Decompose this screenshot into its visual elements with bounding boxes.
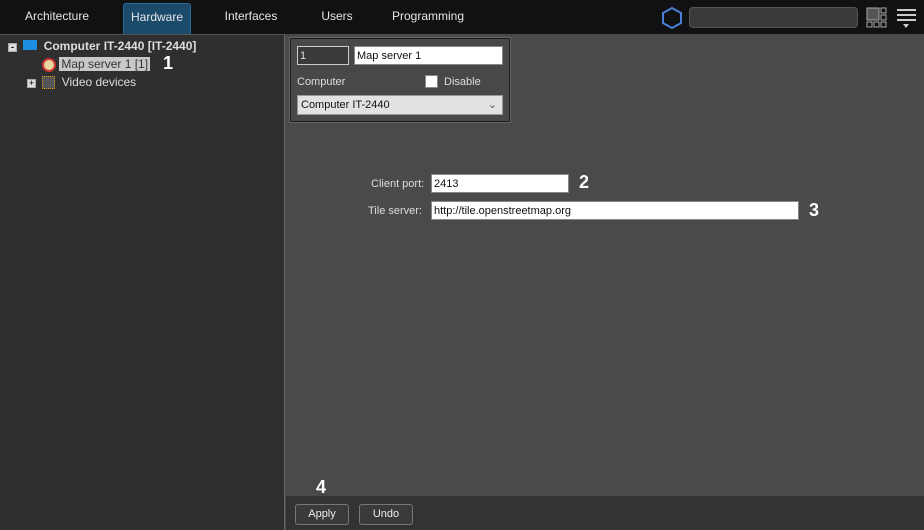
chevron-down-icon: ⌄ <box>487 99 497 111</box>
disable-label: Disable <box>444 76 481 88</box>
tab-hardware[interactable]: Hardware <box>123 3 191 34</box>
callout-3: 3 <box>809 200 820 220</box>
computer-select-value: Computer IT-2440 <box>301 99 390 111</box>
hardware-tree-panel: - Computer IT-2440 [IT-2440] Map server … <box>0 34 285 530</box>
bottom-bar: Apply Undo <box>286 496 924 530</box>
tile-server-field[interactable] <box>431 201 799 220</box>
chip-icon <box>42 76 56 90</box>
apply-button[interactable]: Apply <box>295 504 349 525</box>
search-input[interactable] <box>689 7 858 28</box>
collapse-icon[interactable]: - <box>8 43 17 52</box>
compass-icon <box>42 57 56 72</box>
tab-architecture[interactable]: Architecture <box>14 3 100 34</box>
object-settings-box: Computer Disable Computer IT-2440 ⌄ <box>289 37 511 123</box>
tree-item-label: Computer IT-2440 [IT-2440] <box>43 39 197 53</box>
hexagon-logo-icon[interactable] <box>661 6 683 30</box>
tree-item-label: Video devices <box>61 75 137 89</box>
tile-server-label: Tile server: <box>368 205 422 217</box>
menu-icon[interactable] <box>897 8 917 30</box>
computer-select[interactable]: Computer IT-2440 ⌄ <box>297 95 503 115</box>
top-nav: Architecture Hardware Interfaces Users P… <box>0 0 924 34</box>
computer-label: Computer <box>297 76 346 88</box>
client-port-label: Client port: <box>371 178 425 190</box>
tab-programming[interactable]: Programming <box>386 3 470 34</box>
tab-interfaces[interactable]: Interfaces <box>214 3 288 34</box>
computer-icon <box>23 40 38 50</box>
callout-2: 2 <box>579 172 590 192</box>
tree-item-map-server[interactable]: Map server 1 [1] <box>42 57 151 72</box>
callout-4: 4 <box>316 477 327 497</box>
tree-item-video-devices[interactable]: + Video devices <box>27 75 137 90</box>
expand-icon[interactable]: + <box>27 79 36 88</box>
disable-checkbox[interactable] <box>425 75 438 88</box>
name-field[interactable] <box>354 46 503 65</box>
undo-button[interactable]: Undo <box>359 504 413 525</box>
tree-item-label: Map server 1 [1] <box>59 57 151 71</box>
tab-users[interactable]: Users <box>310 3 364 34</box>
id-field[interactable] <box>297 46 349 65</box>
layout-grid-icon[interactable] <box>866 7 888 29</box>
callout-1: 1 <box>163 53 174 73</box>
client-port-field[interactable] <box>431 174 569 193</box>
tree-item-computer[interactable]: - Computer IT-2440 [IT-2440] <box>8 39 196 53</box>
